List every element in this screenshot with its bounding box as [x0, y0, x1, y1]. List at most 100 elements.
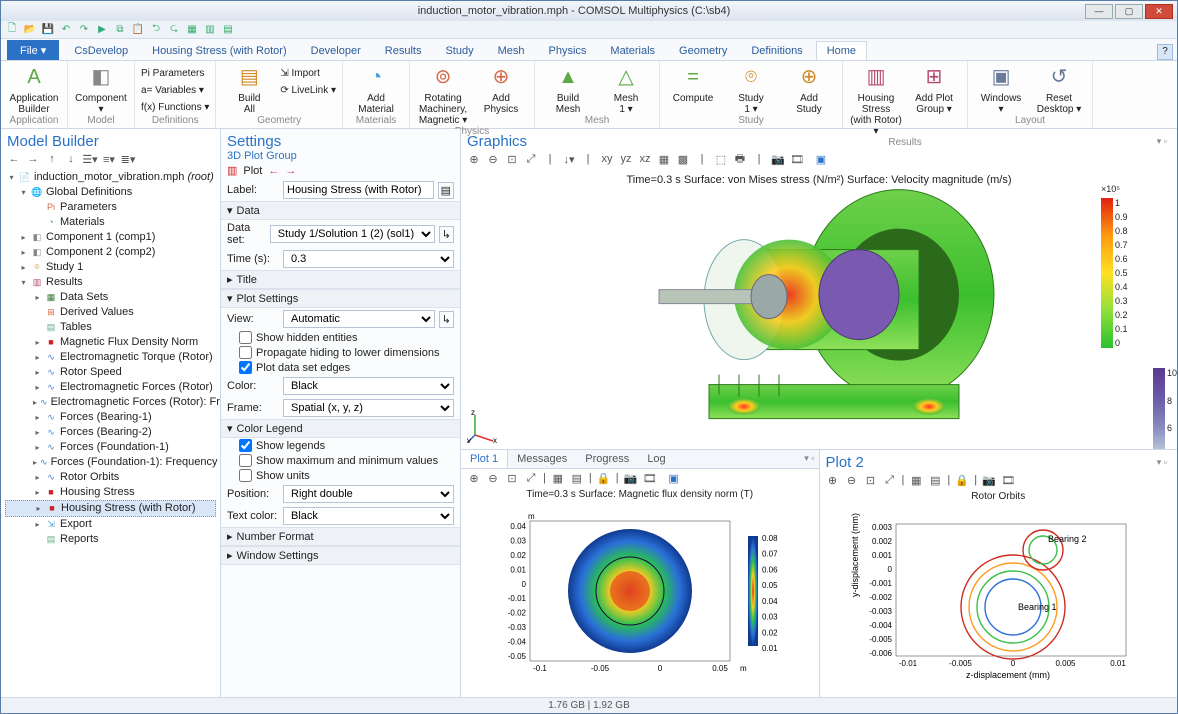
sec-data[interactable]: Data: [237, 205, 260, 217]
tree-materials[interactable]: ◔Materials: [5, 215, 216, 230]
zoom-out-icon[interactable]: ⊖: [486, 152, 500, 166]
sec-winset[interactable]: Window Settings: [237, 550, 319, 562]
yz-icon[interactable]: yz: [619, 152, 633, 166]
sec-title[interactable]: Title: [237, 274, 257, 286]
plot1-tab-log[interactable]: Log: [638, 450, 674, 468]
chk-units[interactable]: [239, 469, 252, 482]
undo-icon[interactable]: ↶: [59, 23, 73, 37]
xz-icon[interactable]: xz: [638, 152, 652, 166]
view-dd-icon[interactable]: ↓▾: [562, 152, 576, 166]
ribbon--import[interactable]: ⇲ Import: [280, 65, 336, 81]
p1-legend-icon[interactable]: ▤: [570, 471, 584, 485]
color-select[interactable]: Black: [283, 377, 454, 395]
ribbon-a-variables-[interactable]: a= Variables ▾: [141, 82, 209, 98]
p2-zoom-in-icon[interactable]: ⊕: [826, 473, 840, 487]
new-icon[interactable]: 🗋: [5, 23, 19, 37]
tree-forces-foundation-1-[interactable]: ▸∿Forces (Foundation-1): [5, 440, 216, 455]
ribbon-add[interactable]: ⊕AddPhysics: [474, 63, 528, 115]
copy-icon[interactable]: ⧉: [113, 23, 127, 37]
chk-propagate[interactable]: [239, 346, 252, 359]
print-icon[interactable]: 🖶: [733, 152, 747, 166]
p1-zoom-out-icon[interactable]: ⊖: [486, 471, 500, 485]
nav-back-icon[interactable]: ←: [7, 152, 21, 166]
tree-housing-stress[interactable]: ▸■Housing Stress: [5, 485, 216, 500]
chk-legends[interactable]: [239, 439, 252, 452]
p2-lock-icon[interactable]: 🔒: [955, 473, 969, 487]
tree-rotor-speed[interactable]: ▸∿Rotor Speed: [5, 365, 216, 380]
tab-home[interactable]: Home: [816, 41, 867, 60]
time-select[interactable]: 0.3: [283, 250, 454, 268]
ribbon-add-plot[interactable]: ⊞Add PlotGroup ▾: [907, 63, 961, 115]
p2-grid-icon[interactable]: ▦: [909, 473, 923, 487]
dataset-goto-icon[interactable]: ↳: [439, 226, 454, 243]
label-menu-icon[interactable]: ▤: [438, 182, 454, 199]
tree-housing-stress-with-rotor-[interactable]: ▸■Housing Stress (with Rotor): [5, 500, 216, 517]
p1-lock-icon[interactable]: 🔒: [597, 471, 611, 485]
help-button[interactable]: ?: [1157, 44, 1173, 60]
zoom-in-icon[interactable]: ⊕: [467, 152, 481, 166]
movie-icon[interactable]: 🎞: [790, 152, 804, 166]
ribbon-add[interactable]: ⊕AddStudy: [782, 63, 836, 115]
dataset-select[interactable]: Study 1/Solution 1 (2) (sol1): [270, 225, 435, 243]
ribbon-reset[interactable]: ↺ResetDesktop ▾: [1032, 63, 1086, 115]
panel-menu-icon[interactable]: ▾ ▫: [1153, 136, 1171, 147]
p1-detach-icon[interactable]: ▣: [667, 471, 681, 485]
tree-component-2-comp2-[interactable]: ▸◧Component 2 (comp2): [5, 245, 216, 260]
back-icon[interactable]: ⮌: [149, 23, 163, 37]
zoom-box-icon[interactable]: ⊡: [505, 152, 519, 166]
p1-zoom-in-icon[interactable]: ⊕: [467, 471, 481, 485]
chk-maxmin[interactable]: [239, 454, 252, 467]
save-icon[interactable]: 💾: [41, 23, 55, 37]
open-icon[interactable]: 📂: [23, 23, 37, 37]
tree-reports[interactable]: ▤Reports: [5, 532, 216, 547]
tab-physics[interactable]: Physics: [538, 41, 598, 60]
tab-housing-stress-with-rotor-[interactable]: Housing Stress (with Rotor): [141, 41, 298, 60]
tree-forces-bearing-1-[interactable]: ▸∿Forces (Bearing-1): [5, 410, 216, 425]
label-input[interactable]: [283, 181, 434, 199]
tree-component-1-comp1-[interactable]: ▸◧Component 1 (comp1): [5, 230, 216, 245]
ribbon-build[interactable]: ▤BuildAll: [222, 63, 276, 115]
ribbon-compute[interactable]: =Compute: [666, 63, 720, 104]
ribbon-f-x-functions-[interactable]: f(x) Functions ▾: [141, 99, 209, 115]
tree-induction_motor_vibration-mph-root-[interactable]: ▾📄induction_motor_vibration.mph (root): [5, 170, 216, 185]
plot1-tab-messages[interactable]: Messages: [508, 450, 576, 468]
maximize-button[interactable]: ▢: [1115, 4, 1143, 19]
plot1-tab-progress[interactable]: Progress: [576, 450, 638, 468]
nav-down-icon[interactable]: ↓: [64, 152, 78, 166]
ribbon-rotating[interactable]: ⊚RotatingMachinery, Magnetic ▾: [416, 63, 470, 126]
tree-results[interactable]: ▾▥Results: [5, 275, 216, 290]
p2-extents-icon[interactable]: ⤢: [883, 473, 897, 487]
tab-definitions[interactable]: Definitions: [740, 41, 813, 60]
persp-icon[interactable]: ▩: [676, 152, 690, 166]
grid-icon[interactable]: ▦: [185, 23, 199, 37]
p1-movie-icon[interactable]: 🎞: [643, 471, 657, 485]
position-select[interactable]: Right double: [283, 485, 454, 503]
ribbon-build[interactable]: ▲BuildMesh: [541, 63, 595, 115]
show-icon[interactable]: ☰▾: [83, 152, 97, 166]
minimize-button[interactable]: —: [1085, 4, 1113, 19]
plot2-menu-icon[interactable]: ▾ ▫: [1153, 457, 1171, 468]
tree-parameters[interactable]: PiParameters: [5, 200, 216, 215]
paste-icon[interactable]: 📋: [131, 23, 145, 37]
sec-plot[interactable]: Plot Settings: [237, 293, 299, 305]
p2-movie-icon[interactable]: 🎞: [1001, 473, 1015, 487]
tree-magnetic-flux-density-norm[interactable]: ▸■Magnetic Flux Density Norm: [5, 335, 216, 350]
tree-electromagnetic-torque-rotor-[interactable]: ▸∿Electromagnetic Torque (Rotor): [5, 350, 216, 365]
zoom-extents-icon[interactable]: ⤢: [524, 152, 538, 166]
p1-extents-icon[interactable]: ⤢: [524, 471, 538, 485]
tab-mesh[interactable]: Mesh: [487, 41, 536, 60]
expand-icon[interactable]: ≣▾: [121, 152, 135, 166]
ribbon-pi-parameters[interactable]: Pi Parameters: [141, 65, 209, 81]
chk-edges[interactable]: [239, 361, 252, 374]
tree-electromagnetic-forces-rotor-[interactable]: ▸∿Electromagnetic Forces (Rotor): [5, 380, 216, 395]
tab-developer[interactable]: Developer: [300, 41, 372, 60]
camera-icon[interactable]: 📷: [771, 152, 785, 166]
tab-geometry[interactable]: Geometry: [668, 41, 738, 60]
arrow-left-icon[interactable]: ←: [268, 165, 279, 177]
ribbon-housing-stress[interactable]: ▥Housing Stress(with Rotor) ▾: [849, 63, 903, 137]
tab-study[interactable]: Study: [434, 41, 484, 60]
ribbon-mesh[interactable]: △Mesh1 ▾: [599, 63, 653, 115]
nav-up-icon[interactable]: ↑: [45, 152, 59, 166]
p2-legend-icon[interactable]: ▤: [928, 473, 942, 487]
fwd-icon[interactable]: ⮎: [167, 23, 181, 37]
